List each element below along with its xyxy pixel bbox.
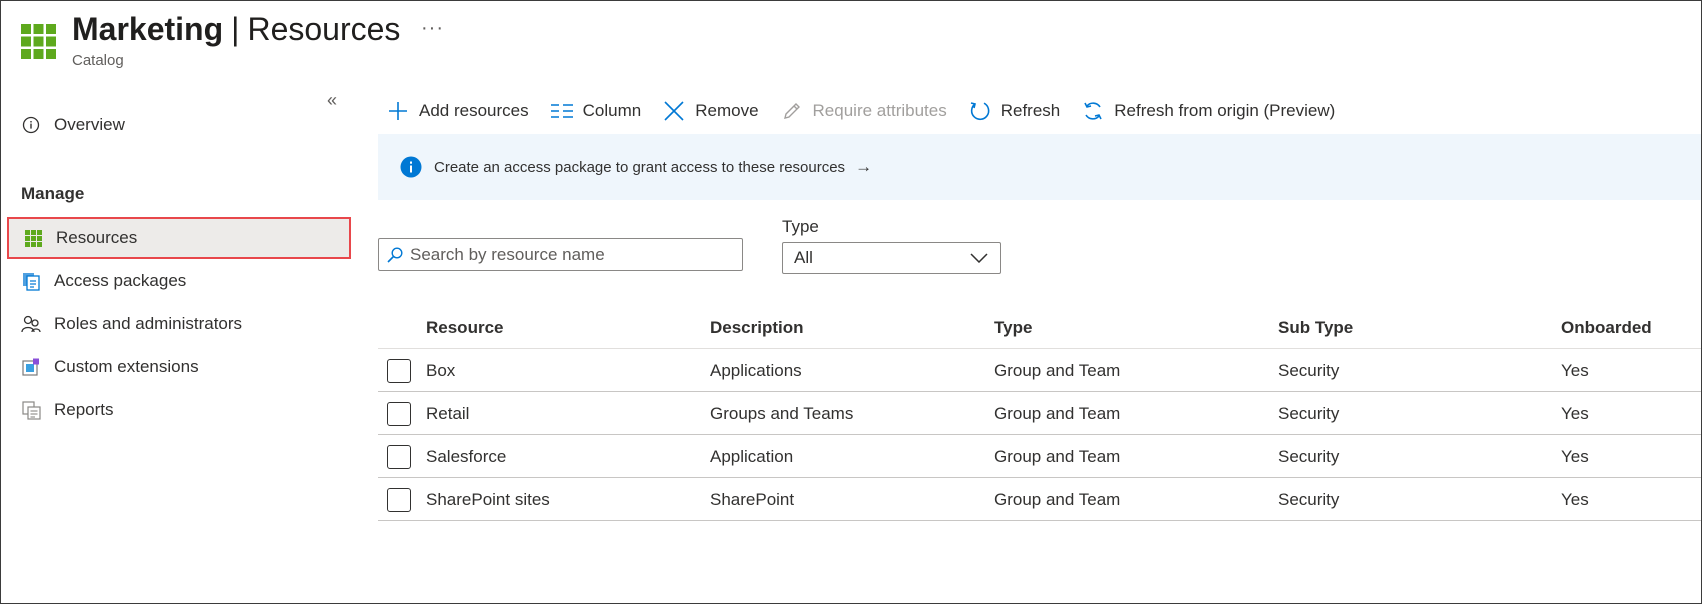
sync-icon xyxy=(1082,100,1104,122)
remove-button[interactable]: Remove xyxy=(663,100,759,122)
resources-table: Resource Description Type Sub Type Onboa… xyxy=(378,306,1701,521)
close-icon xyxy=(663,100,685,122)
column-header-sub-type[interactable]: Sub Type xyxy=(1278,306,1353,349)
add-resources-label: Add resources xyxy=(419,101,529,120)
plus-icon xyxy=(387,100,409,122)
sub-type-cell: Security xyxy=(1278,489,1340,509)
info-icon xyxy=(21,115,41,135)
more-options-button[interactable]: ··· xyxy=(421,17,444,40)
refresh-from-origin-button[interactable]: Refresh from origin (Preview) xyxy=(1082,100,1335,122)
type-filter-value: All xyxy=(794,248,813,267)
sidebar-item-label: Reports xyxy=(54,400,114,419)
table-row[interactable]: SharePoint sites SharePoint Group and Te… xyxy=(378,478,1701,521)
add-resources-button[interactable]: Add resources xyxy=(387,100,529,122)
type-cell: Group and Team xyxy=(994,489,1121,509)
column-header-type[interactable]: Type xyxy=(994,306,1032,349)
sub-type-cell: Security xyxy=(1278,446,1340,466)
manage-section-label: Manage xyxy=(21,184,85,203)
info-circle-icon xyxy=(400,156,422,178)
column-header-resource[interactable]: Resource xyxy=(426,306,503,349)
page-header: Marketing | Resources ··· Catalog xyxy=(1,1,1701,81)
refresh-icon xyxy=(969,100,991,122)
grid-icon xyxy=(23,228,43,248)
table-header: Resource Description Type Sub Type Onboa… xyxy=(378,306,1701,349)
sidebar-item-label: Roles and administrators xyxy=(54,314,243,333)
description-cell: Application xyxy=(710,446,794,466)
catalog-grid-icon xyxy=(21,24,56,59)
row-checkbox[interactable] xyxy=(387,445,411,469)
type-filter-label: Type xyxy=(782,217,819,236)
table-row[interactable]: Salesforce Application Group and Team Se… xyxy=(378,435,1701,478)
row-checkbox[interactable] xyxy=(387,488,411,512)
sub-type-cell: Security xyxy=(1278,360,1340,380)
catalog-name: Marketing xyxy=(72,11,224,47)
extension-icon xyxy=(21,357,41,377)
sidebar-item-roles-and-administrators[interactable]: Roles and administrators xyxy=(7,303,351,345)
page-title: Marketing | Resources xyxy=(72,11,400,48)
refresh-label: Refresh xyxy=(1000,101,1061,120)
resource-cell: Salesforce xyxy=(426,446,507,466)
title-separator: | xyxy=(231,11,240,47)
page-subtitle: Catalog xyxy=(72,52,124,69)
sidebar-item-label: Custom extensions xyxy=(54,357,199,376)
table-row[interactable]: Retail Groups and Teams Group and Team S… xyxy=(378,392,1701,435)
description-cell: SharePoint xyxy=(710,489,795,509)
info-banner[interactable]: Create an access package to grant access… xyxy=(378,134,1701,200)
search-icon xyxy=(387,246,403,263)
banner-text: Create an access package to grant access… xyxy=(434,158,846,176)
row-checkbox[interactable] xyxy=(387,359,411,383)
type-cell: Group and Team xyxy=(994,446,1121,466)
package-icon xyxy=(21,271,41,291)
column-label: Column xyxy=(582,101,642,120)
sidebar-item-custom-extensions[interactable]: Custom extensions xyxy=(7,346,351,388)
onboarded-cell: Yes xyxy=(1561,446,1589,466)
type-cell: Group and Team xyxy=(994,360,1121,380)
columns-icon xyxy=(550,100,573,122)
sidebar-item-label: Overview xyxy=(54,115,125,134)
resource-cell: Retail xyxy=(426,403,470,423)
app-window: Marketing | Resources ··· Catalog « Over… xyxy=(0,0,1702,604)
onboarded-cell: Yes xyxy=(1561,403,1589,423)
onboarded-cell: Yes xyxy=(1561,360,1589,380)
description-cell: Applications xyxy=(710,360,802,380)
resource-cell: SharePoint sites xyxy=(426,489,550,509)
refresh-button[interactable]: Refresh xyxy=(969,100,1061,122)
sidebar-item-label: Resources xyxy=(56,228,138,247)
description-cell: Groups and Teams xyxy=(710,403,854,423)
row-checkbox[interactable] xyxy=(387,402,411,426)
column-button[interactable]: Column xyxy=(550,100,642,122)
search-box[interactable] xyxy=(378,238,743,271)
people-icon xyxy=(21,314,41,334)
section-name: Resources xyxy=(247,11,401,47)
type-cell: Group and Team xyxy=(994,403,1121,423)
require-attributes-button[interactable]: Require attributes xyxy=(781,100,947,122)
sidebar-item-overview[interactable]: Overview xyxy=(7,104,351,146)
type-filter-dropdown[interactable]: All xyxy=(782,242,1001,274)
column-header-onboarded[interactable]: Onboarded xyxy=(1561,306,1652,349)
refresh-from-origin-label: Refresh from origin (Preview) xyxy=(1114,101,1336,120)
command-bar: Add resources Column Remove Require attr… xyxy=(387,94,1357,128)
require-attributes-label: Require attributes xyxy=(812,101,947,120)
report-icon xyxy=(21,400,41,420)
chevron-down-icon xyxy=(970,253,988,263)
onboarded-cell: Yes xyxy=(1561,489,1589,509)
resource-cell: Box xyxy=(426,360,456,380)
sidebar-item-access-packages[interactable]: Access packages xyxy=(7,260,351,302)
sidebar-item-resources[interactable]: Resources xyxy=(7,217,351,259)
sidebar-item-label: Access packages xyxy=(54,271,187,290)
sidebar-item-reports[interactable]: Reports xyxy=(7,389,351,431)
arrow-right-icon: → xyxy=(855,157,873,176)
sub-type-cell: Security xyxy=(1278,403,1340,423)
table-row[interactable]: Box Applications Group and Team Security… xyxy=(378,349,1701,392)
column-header-description[interactable]: Description xyxy=(710,306,804,349)
search-input[interactable] xyxy=(410,244,730,265)
sidebar: « Overview Manage Resources Access packa… xyxy=(1,86,361,586)
remove-label: Remove xyxy=(695,101,759,120)
pencil-icon xyxy=(781,100,803,122)
